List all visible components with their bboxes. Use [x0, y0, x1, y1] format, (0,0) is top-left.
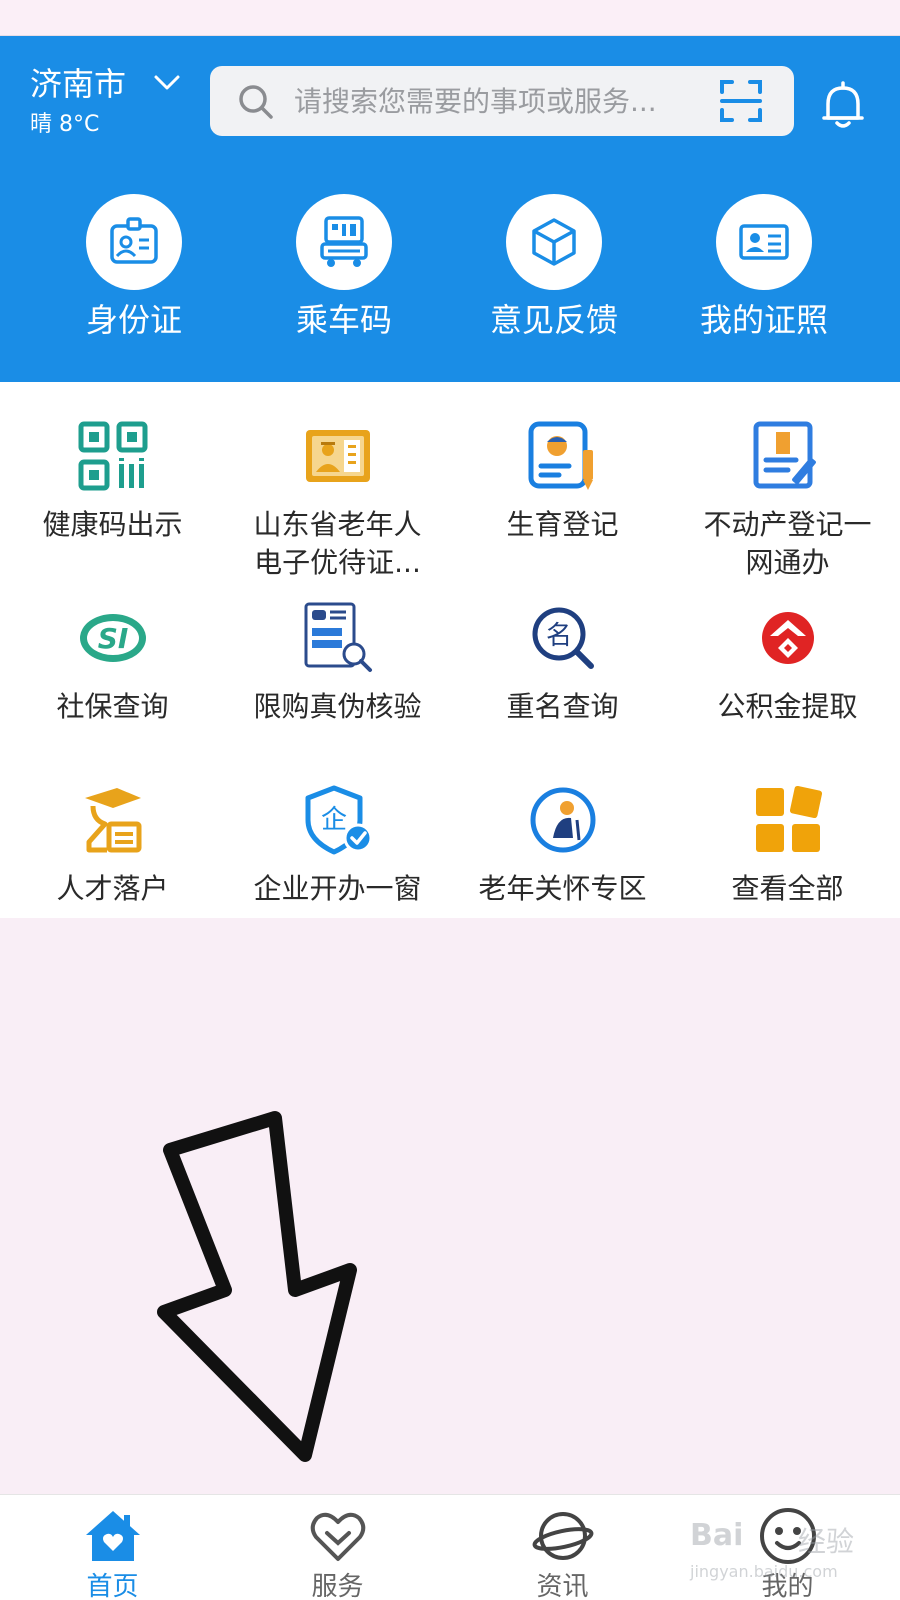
svg-text:SI: SI — [97, 622, 128, 655]
service-name-search[interactable]: 名 重名查询 — [450, 600, 675, 726]
weather-text: 晴 8°C — [30, 112, 100, 137]
housing-fund-icon — [761, 612, 814, 664]
elder-card-icon — [305, 430, 370, 482]
id-badge-icon — [110, 217, 158, 264]
planet-news-icon — [532, 1512, 593, 1560]
nav-service[interactable]: 服务 — [225, 1495, 450, 1600]
nav-news[interactable]: 资讯 — [450, 1495, 675, 1600]
service-label: 生育登记 — [506, 508, 619, 541]
service-housing-fund[interactable]: 公积金提取 — [675, 600, 900, 726]
search-icon — [239, 85, 273, 119]
service-enterprise-window[interactable]: 企 企业开办一窗 — [225, 782, 450, 908]
quick-action-label: 我的证照 — [699, 301, 828, 339]
birth-register-icon — [528, 421, 593, 490]
service-label: 公积金提取 — [717, 690, 858, 723]
header: 济南市 晴 8°C 请搜索您需要的事项或服务... 身份证 乘车码 意见反馈 我… — [0, 36, 900, 382]
quick-action-my-license[interactable]: 我的证照 — [674, 194, 854, 340]
service-label: 山东省老年人电子优待证... — [253, 508, 422, 579]
social-security-icon: SI — [79, 614, 146, 662]
service-purchase-verify[interactable]: 限购真伪核验 — [225, 600, 450, 726]
search-input[interactable] — [294, 78, 704, 124]
bus-code-icon — [320, 216, 368, 267]
document-search-icon — [304, 602, 372, 672]
service-label: 人才落户 — [56, 872, 169, 905]
name-search-icon: 名 — [532, 607, 594, 669]
service-label: 企业开办一窗 — [253, 872, 422, 905]
service-health-code[interactable]: 健康码出示 — [0, 418, 225, 544]
license-card-icon — [739, 224, 789, 260]
quick-action-label: 意见反馈 — [489, 301, 618, 339]
service-label: 限购真伪核验 — [253, 690, 422, 723]
baidu-jingyan-watermark: Bai 经验 jingyan.baidu.com — [690, 1518, 870, 1588]
service-property-register[interactable]: 不动产登记一网通办 — [675, 418, 900, 582]
quick-action-label: 乘车码 — [295, 301, 392, 339]
service-social-security[interactable]: SI 社保查询 — [0, 600, 225, 726]
service-view-all[interactable]: 查看全部 — [675, 782, 900, 908]
watermark-url: jingyan.baidu.com — [690, 1562, 838, 1581]
graduate-icon — [84, 788, 141, 853]
service-label: 查看全部 — [731, 872, 844, 905]
quick-action-label: 身份证 — [85, 301, 182, 339]
service-elder-card[interactable]: 山东省老年人电子优待证... — [225, 418, 450, 582]
service-label: 社保查询 — [56, 690, 169, 723]
watermark-jingyan: 经验 — [798, 1525, 855, 1558]
quick-action-id-card[interactable]: 身份证 — [44, 194, 224, 340]
status-bar-strip — [0, 0, 900, 36]
service-label: 老年关怀专区 — [478, 872, 647, 905]
home-icon — [85, 1511, 140, 1561]
svg-text:名: 名 — [545, 621, 571, 651]
quick-action-circle — [86, 194, 182, 290]
service-label: 重名查询 — [506, 690, 619, 723]
nav-home[interactable]: 首页 — [0, 1495, 225, 1600]
nav-label: 资讯 — [536, 1572, 589, 1600]
service-elder-care[interactable]: 老年关怀专区 — [450, 782, 675, 908]
service-talent-settle[interactable]: 人才落户 — [0, 782, 225, 908]
quick-action-circle — [716, 194, 812, 290]
svg-text:企: 企 — [320, 805, 346, 835]
quick-action-circle — [296, 194, 392, 290]
nav-label: 首页 — [86, 1572, 139, 1600]
bell-icon[interactable] — [820, 80, 866, 130]
quick-action-circle — [506, 194, 602, 290]
all-apps-icon — [755, 785, 822, 852]
nav-label: 服务 — [311, 1572, 364, 1600]
quick-action-feedback[interactable]: 意见反馈 — [464, 194, 644, 340]
watermark-brand: Bai — [690, 1518, 744, 1553]
service-label: 健康码出示 — [42, 508, 183, 541]
cube-feedback-icon — [532, 218, 576, 266]
service-birth-register[interactable]: 生育登记 — [450, 418, 675, 544]
annotation-arrow — [157, 1111, 357, 1462]
search-bar[interactable] — [210, 66, 794, 136]
elder-care-icon — [530, 787, 595, 853]
chevron-down-icon[interactable] — [152, 68, 182, 98]
heart-service-icon — [310, 1512, 365, 1561]
scan-icon[interactable] — [718, 78, 764, 124]
service-label: 不动产登记一网通办 — [703, 508, 872, 579]
city-selector[interactable]: 济南市 — [30, 64, 126, 104]
qr-code-icon — [78, 421, 147, 491]
service-grid: 健康码出示 山东省老年人电子优待证... 生育登记 不动产登记一网通办 SI 社… — [0, 382, 900, 918]
property-register-icon — [753, 421, 816, 489]
quick-action-bus-code[interactable]: 乘车码 — [254, 194, 434, 340]
enterprise-shield-icon: 企 — [305, 785, 372, 855]
